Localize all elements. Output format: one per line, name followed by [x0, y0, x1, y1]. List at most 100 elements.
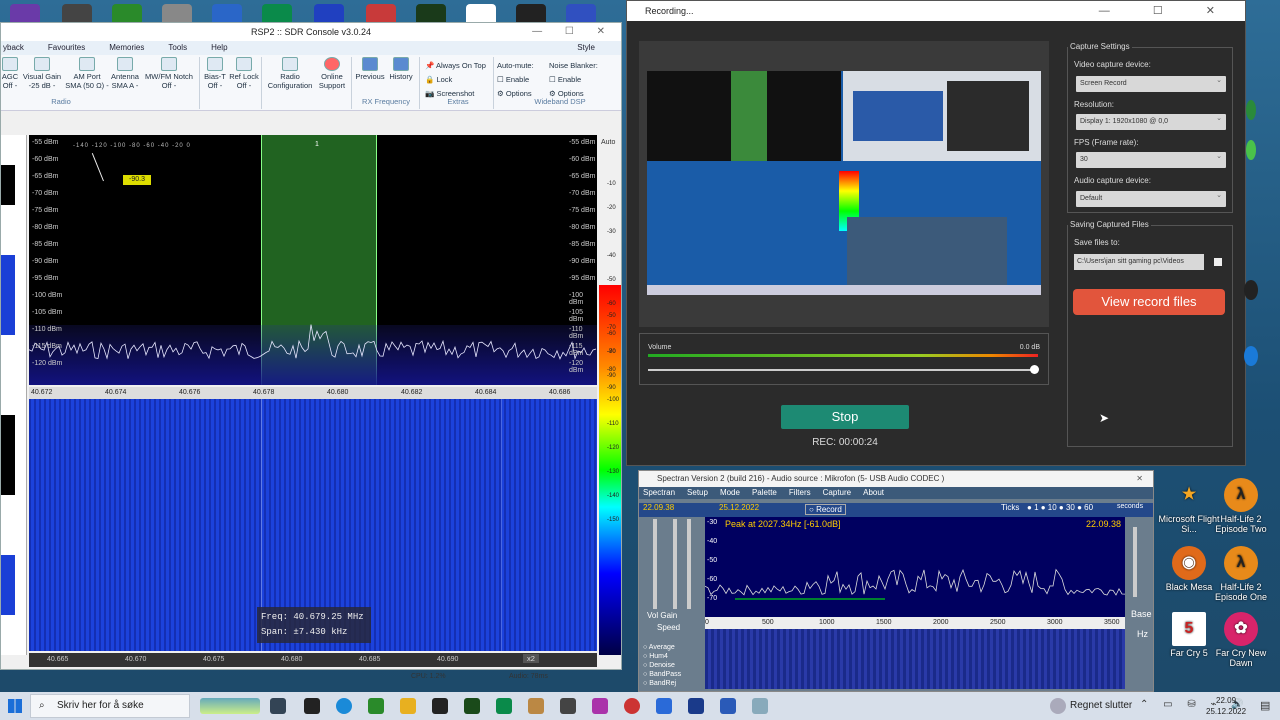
resolution-select[interactable]: Display 1: 1920x1080 @ 0,0 [1076, 111, 1226, 130]
option-average[interactable]: ○ Average [643, 643, 681, 652]
fps-select[interactable]: 30 [1076, 149, 1226, 168]
menu-playback[interactable]: yback [3, 41, 24, 55]
record-toggle[interactable]: ○ Record [805, 504, 846, 515]
vol-gain-sliders[interactable]: Vol Gain Speed [645, 519, 701, 632]
far-cry-new-dawn-icon: ✿ [1224, 612, 1258, 646]
menu-memories[interactable]: Memories [109, 41, 144, 55]
app-icon[interactable] [304, 698, 320, 714]
lock-toggle[interactable]: 🔒 Lock [425, 73, 486, 87]
bias-t-button[interactable]: Bias-T Off - [203, 57, 227, 90]
base-label: Base [1131, 609, 1152, 619]
file-explorer-icon[interactable] [400, 698, 416, 714]
app-icon[interactable] [368, 698, 384, 714]
windows-start-icon[interactable] [8, 699, 22, 713]
visual-gain-button[interactable]: Visual Gain -25 dB - [21, 57, 63, 90]
clock[interactable]: 22.09 25.12.2022 [1206, 695, 1246, 717]
save-path-input[interactable]: C:\Users\jan sitt gaming pc\Videos [1074, 254, 1204, 270]
app-icon[interactable] [624, 698, 640, 714]
spectran-titlebar: Spectran Version 2 (build 216) - Audio s… [639, 471, 1153, 487]
colorbar-label: -120 [607, 445, 620, 451]
window-controls[interactable]: — ☐ ✕ [532, 23, 615, 41]
weather-text[interactable]: Regnet slutter [1070, 700, 1132, 711]
notch-icon [161, 57, 177, 71]
app-icon[interactable] [752, 698, 768, 714]
menu-favourites[interactable]: Favourites [48, 41, 85, 55]
spectrum-display[interactable]: 1 -140 -120 -100 -80 -60 -40 -20 0 -90.3… [29, 135, 597, 385]
desktop-icon-hl2-ep1[interactable]: λ Half-Life 2 Episode One [1206, 546, 1276, 603]
menu-spectran[interactable]: Spectran [643, 487, 675, 499]
group-label-rx-frequency: RX Frequency [362, 97, 410, 106]
app-icon[interactable] [432, 698, 448, 714]
group-divider [261, 57, 262, 109]
auto-scale-toggle[interactable]: Auto [601, 139, 615, 146]
browse-folder-button[interactable] [1214, 258, 1222, 266]
menu-palette[interactable]: Palette [752, 487, 777, 499]
radio-config-button[interactable]: Radio Configuration [263, 57, 317, 90]
tick-options[interactable]: ● 1 ● 10 ● 30 ● 60 [1027, 503, 1093, 512]
zoom-selector[interactable]: x2 [523, 654, 539, 663]
app-icon[interactable] [560, 698, 576, 714]
db-scale-left-label: -70 dBm [32, 190, 59, 197]
option-bandpass[interactable]: ○ BandPass [643, 670, 681, 679]
agc-button[interactable]: AGC Off - [1, 57, 19, 90]
menu-help[interactable]: Help [211, 41, 227, 55]
base-slider[interactable] [1133, 527, 1137, 597]
menu-mode[interactable]: Mode [720, 487, 740, 499]
stop-button[interactable]: Stop [781, 405, 909, 429]
app-icon[interactable] [528, 698, 544, 714]
option-hum[interactable]: ○ Hum4 [643, 652, 681, 661]
app-icon[interactable] [720, 698, 736, 714]
app-icon[interactable] [592, 698, 608, 714]
always-on-top-toggle[interactable]: 📌 Always On Top [425, 59, 486, 73]
volume-slider-thumb[interactable] [1030, 365, 1039, 374]
am-port-button[interactable]: AM Port SMA (50 Ω) - [65, 57, 109, 90]
black-mesa-icon: ◉ [1172, 546, 1206, 580]
menu-tools[interactable]: Tools [168, 41, 187, 55]
app-icon[interactable] [656, 698, 672, 714]
app-icon[interactable] [464, 698, 480, 714]
recording-titlebar: Recording... — ☐ ✕ [627, 1, 1245, 21]
weather-icon[interactable] [1050, 698, 1066, 714]
style-menu[interactable]: Style [577, 41, 595, 55]
app-icon[interactable] [688, 698, 704, 714]
desktop-icon-hl2-ep2[interactable]: λ Half-Life 2 Episode Two [1206, 478, 1276, 535]
overview-bar[interactable]: x2 40.665 40.670 40.675 40.680 40.685 40.690 [29, 653, 597, 667]
online-support-button[interactable]: Online Support [317, 57, 347, 90]
menu-about[interactable]: About [863, 487, 884, 499]
desktop-icon-label: Half-Life 2 Episode One [1214, 582, 1268, 602]
history-button[interactable]: History [387, 57, 415, 82]
spectran-spectrum[interactable]: Peak at 2027.34Hz [-61.0dB] 22.09.38 -30… [705, 517, 1125, 617]
antenna-button[interactable]: Antenna SMA A - [109, 57, 141, 90]
noise-blanker-enable[interactable]: ☐ Enable [549, 73, 598, 87]
auto-mute-enable[interactable]: ☐ Enable [497, 73, 534, 87]
option-denoise[interactable]: ○ Denoise [643, 661, 681, 670]
notification-icon[interactable]: ▤ [1260, 699, 1270, 712]
desktop-icon-far-cry-new-dawn[interactable]: ✿ Far Cry New Dawn [1206, 612, 1276, 669]
colorbar-label: -100 [607, 397, 620, 403]
taskbar-search[interactable]: ⌕ Skriv her for å søke [30, 694, 190, 718]
edge-icon[interactable] [336, 698, 352, 714]
option-bandrej[interactable]: ○ BandRej [643, 679, 681, 688]
close-icon[interactable]: ✕ [1136, 471, 1143, 487]
db-scale-left-label: -80 dBm [32, 224, 59, 231]
previous-button[interactable]: Previous [353, 57, 387, 82]
menu-setup[interactable]: Setup [687, 487, 708, 499]
task-view-icon[interactable] [270, 698, 286, 714]
volume-panel: Volume 0.0 dB [639, 333, 1049, 385]
video-device-select[interactable]: Screen Record [1076, 73, 1226, 92]
view-record-files-button[interactable]: View record files [1073, 289, 1225, 315]
menu-capture[interactable]: Capture [823, 487, 851, 499]
ref-lock-button[interactable]: Ref Lock Off - [229, 57, 259, 90]
audio-device-select[interactable]: Default [1076, 188, 1226, 207]
volume-slider[interactable] [648, 369, 1038, 371]
app-icon[interactable] [496, 698, 512, 714]
ticks-label: Ticks [1001, 503, 1020, 512]
db-scale-left-label: -120 dBm [32, 360, 63, 367]
window-controls[interactable]: — ☐ ✕ [1099, 1, 1235, 21]
menu-filters[interactable]: Filters [789, 487, 811, 499]
spectran-hz-label: 1500 [876, 619, 892, 626]
mwfm-notch-button[interactable]: MW/FM Notch Off - [143, 57, 195, 90]
lock-label: Lock [436, 75, 453, 84]
previous-label: Previous [355, 72, 385, 81]
am-port-value: SMA (50 Ω) - [65, 80, 109, 90]
